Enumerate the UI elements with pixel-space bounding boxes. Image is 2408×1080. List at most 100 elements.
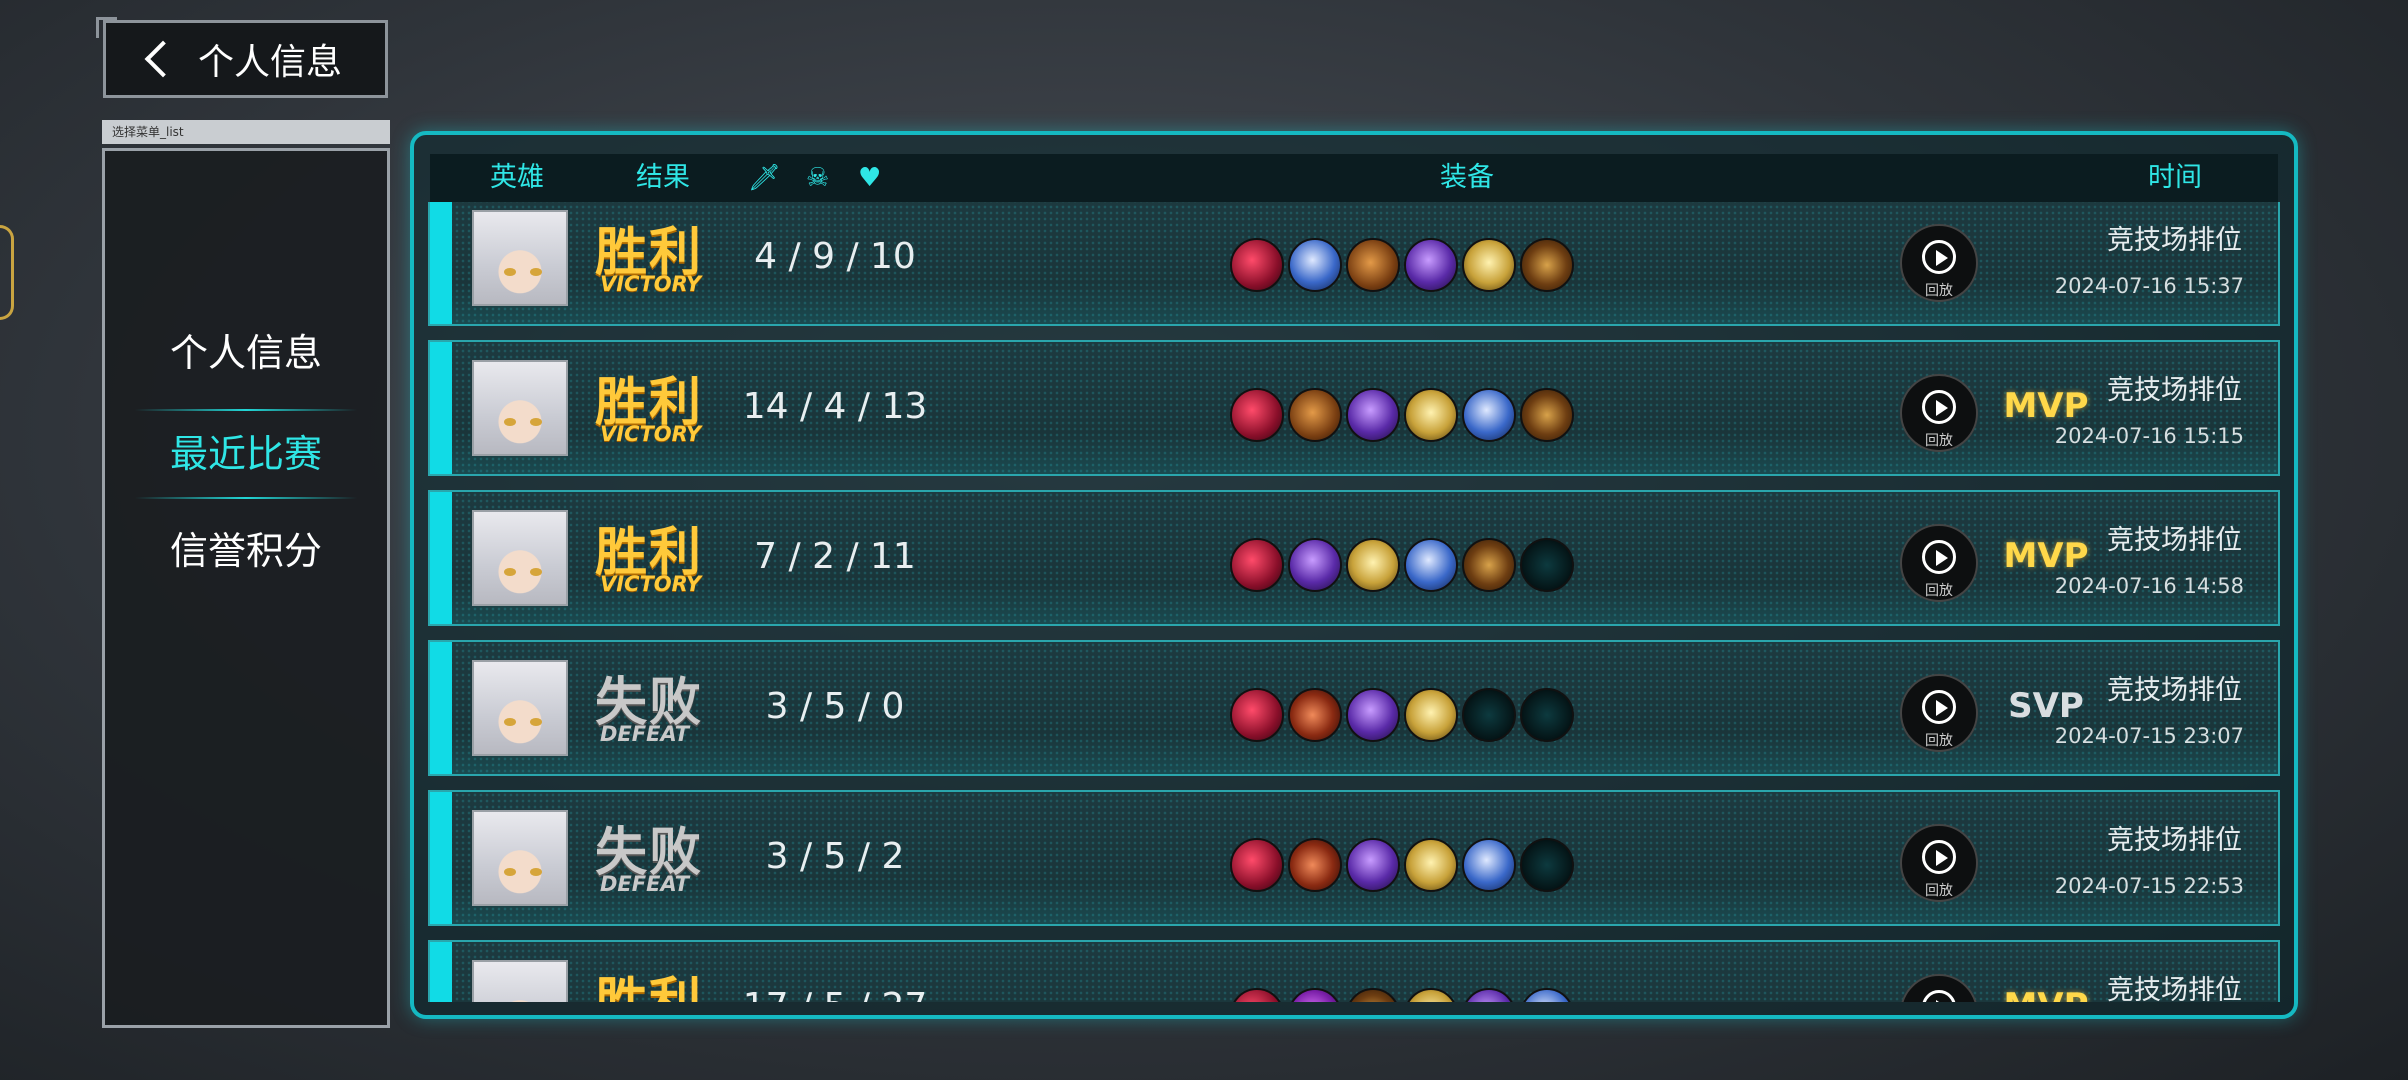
portrait-eye (504, 568, 516, 576)
replay-label: 回放 (1925, 433, 1953, 449)
crimson-blade-icon[interactable] (1230, 688, 1284, 742)
crimson-blade-icon[interactable] (1230, 838, 1284, 892)
portrait-eye (530, 868, 542, 876)
golden-armor-icon[interactable] (1404, 388, 1458, 442)
empty-icon[interactable] (1520, 538, 1574, 592)
handshake-icon: ♥ (858, 163, 882, 193)
golden-armor-icon[interactable] (1404, 838, 1458, 892)
table-header: 英雄 结果 🗡 ☠ ♥ 装备 时间 (430, 154, 2278, 202)
frost-knight-icon[interactable] (1462, 388, 1516, 442)
match-time: 2024-07-16 15:37 (2054, 274, 2244, 298)
void-horn-icon[interactable] (1346, 838, 1400, 892)
ember-boots-icon[interactable] (1288, 838, 1342, 892)
page-title: 个人信息 (198, 42, 343, 83)
replay-label: 回放 (1925, 883, 1953, 899)
match-mode: 竞技场排位 (2107, 825, 2242, 856)
play-icon (1922, 390, 1956, 424)
beast-claw-icon[interactable] (1346, 238, 1400, 292)
bronze-flame-icon[interactable] (1520, 388, 1574, 442)
match-row[interactable]: 失败 DEFEAT 3 / 5 / 0 回放 SVP 竞技场排位 2024-07… (428, 640, 2280, 776)
match-row[interactable]: 胜利 VICTORY 17 / 5 / 27 回放 MVP 竞技场排位 (428, 940, 2280, 1002)
kda-score: 3 / 5 / 0 (765, 686, 905, 727)
empty-icon[interactable] (1462, 688, 1516, 742)
match-row[interactable]: 失败 DEFEAT 3 / 5 / 2 回放 竞技场排位 2024-07-15 … (428, 790, 2280, 926)
void-horn-icon[interactable] (1346, 388, 1400, 442)
hero-portrait (472, 360, 568, 456)
result-label-en: VICTORY (600, 572, 702, 596)
back-button[interactable]: 个人信息 (96, 17, 388, 98)
bronze-flame-icon[interactable] (1346, 988, 1400, 1002)
hero-portrait (472, 960, 568, 1002)
match-mode: 竞技场排位 (2107, 225, 2242, 256)
arcane-staff-icon[interactable] (1288, 988, 1342, 1002)
mvp-badge: MVP (1996, 986, 2096, 1002)
golden-armor-icon[interactable] (1462, 238, 1516, 292)
crimson-blade-icon[interactable] (1230, 388, 1284, 442)
match-row[interactable]: 胜利 VICTORY 7 / 2 / 11 回放 MVP 竞技场排位 2024-… (428, 490, 2280, 626)
match-row[interactable]: 胜利 VICTORY 14 / 4 / 13 回放 MVP 竞技场排位 2024… (428, 340, 2280, 476)
mvp-badge: SVP (2008, 686, 2084, 726)
equipment-list (1230, 988, 1578, 1002)
match-time: 2024-07-16 14:58 (2054, 574, 2244, 598)
replay-button[interactable]: 回放 (1900, 524, 1978, 602)
result-label-en: DEFEAT (600, 722, 690, 746)
play-icon (1922, 540, 1956, 574)
frost-knight-icon[interactable] (1288, 238, 1342, 292)
menu-list-tab: 选择菜单_list (102, 120, 390, 144)
kda-score: 7 / 2 / 11 (754, 536, 916, 577)
kda-score: 14 / 4 / 13 (742, 386, 928, 427)
golden-armor-icon[interactable] (1346, 538, 1400, 592)
crimson-blade-icon[interactable] (1230, 988, 1284, 1002)
portrait-eye (504, 868, 516, 876)
bronze-flame-icon[interactable] (1520, 238, 1574, 292)
empty-icon[interactable] (1520, 838, 1574, 892)
replay-button[interactable]: 回放 (1900, 974, 1978, 1002)
replay-button[interactable]: 回放 (1900, 824, 1978, 902)
beast-claw-icon[interactable] (1288, 388, 1342, 442)
header-time: 时间 (2148, 162, 2202, 193)
menu-item-personal-info[interactable]: 个人信息 (105, 308, 387, 398)
menu-item-recent-matches[interactable]: 最近比赛 (105, 409, 387, 499)
replay-button[interactable]: 回放 (1900, 674, 1978, 752)
bronze-flame-icon[interactable] (1462, 538, 1516, 592)
hero-portrait (472, 510, 568, 606)
match-time: 2024-07-16 15:15 (2054, 424, 2244, 448)
result-label: 胜利 (595, 960, 703, 1002)
side-tab-edge (0, 225, 14, 320)
match-row[interactable]: 胜利 VICTORY 4 / 9 / 10 回放 竞技场排位 2024-07-1… (428, 202, 2280, 326)
header-result: 结果 (636, 162, 690, 193)
crimson-blade-icon[interactable] (1230, 538, 1284, 592)
ember-boots-icon[interactable] (1288, 688, 1342, 742)
golden-armor-icon[interactable] (1404, 988, 1458, 1002)
replay-button[interactable]: 回放 (1900, 224, 1978, 302)
hero-portrait (472, 810, 568, 906)
equipment-list (1230, 388, 1578, 442)
sword-icon: 🗡 (748, 163, 782, 193)
match-mode: 竞技场排位 (2107, 525, 2242, 556)
void-horn-icon[interactable] (1404, 238, 1458, 292)
replay-button[interactable]: 回放 (1900, 374, 1978, 452)
match-mode: 竞技场排位 (2107, 675, 2242, 706)
void-horn-icon[interactable] (1462, 988, 1516, 1002)
side-menu: 个人信息 最近比赛 信誉积分 (102, 148, 390, 1028)
match-list[interactable]: 胜利 VICTORY 4 / 9 / 10 回放 竞技场排位 2024-07-1… (428, 202, 2280, 1002)
play-icon (1922, 840, 1956, 874)
void-horn-icon[interactable] (1346, 688, 1400, 742)
equipment-list (1230, 238, 1578, 292)
equipment-list (1230, 688, 1578, 742)
menu-item-credit-score[interactable]: 信誉积分 (105, 506, 387, 596)
frost-knight-icon[interactable] (1520, 988, 1574, 1002)
portrait-eye (530, 568, 542, 576)
match-mode: 竞技场排位 (2107, 975, 2242, 1002)
play-icon (1922, 990, 1956, 1002)
frost-knight-icon[interactable] (1404, 538, 1458, 592)
golden-armor-icon[interactable] (1404, 688, 1458, 742)
crimson-blade-icon[interactable] (1230, 238, 1284, 292)
void-horn-icon[interactable] (1288, 538, 1342, 592)
hero-portrait (472, 210, 568, 306)
frost-knight-icon[interactable] (1462, 838, 1516, 892)
kda-score: 3 / 5 / 2 (765, 836, 905, 877)
portrait-eye (530, 718, 542, 726)
replay-label: 回放 (1925, 583, 1953, 599)
empty-icon[interactable] (1520, 688, 1574, 742)
